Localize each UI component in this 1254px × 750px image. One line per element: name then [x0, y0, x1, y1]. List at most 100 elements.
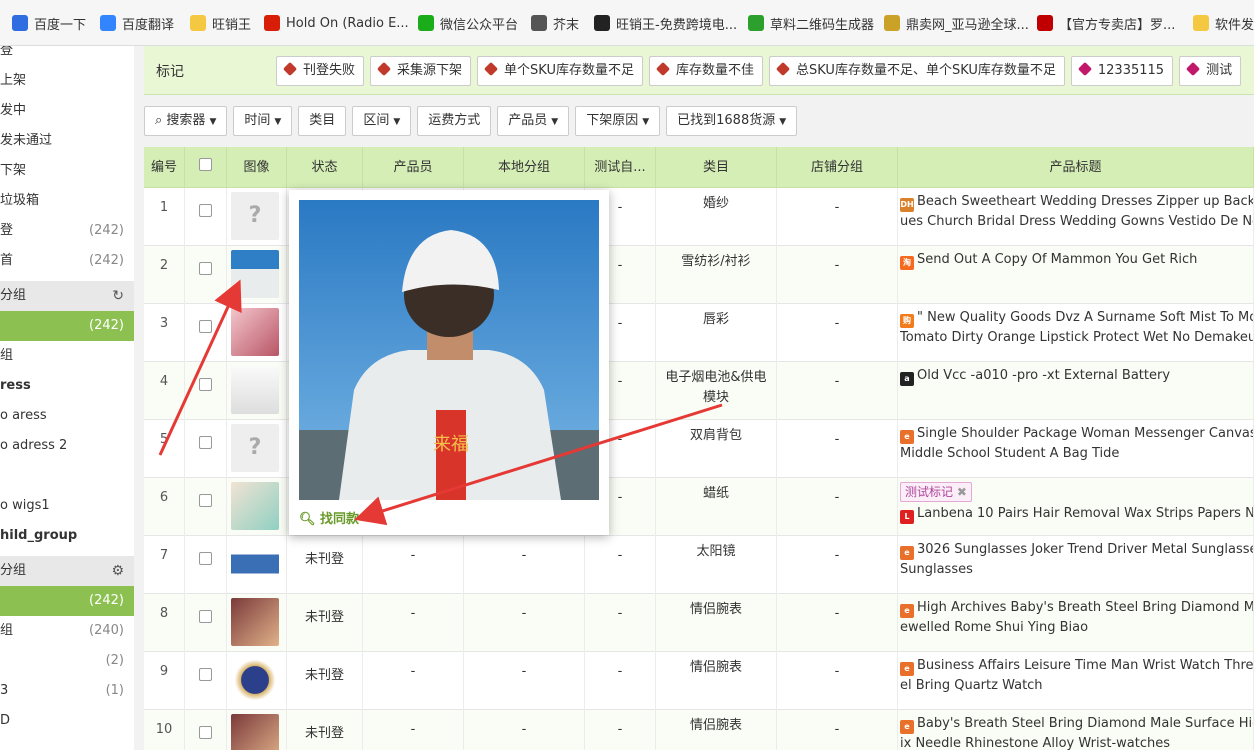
sidebar-item[interactable]: 发未通过 — [0, 126, 134, 156]
cell-group: - — [464, 652, 585, 710]
filter-button[interactable]: 时间 ▼ — [233, 106, 293, 136]
product-title-cell[interactable]: e 3026 Sunglasses Joker Trend Driver Meta… — [898, 536, 1254, 594]
product-thumbnail[interactable] — [231, 540, 279, 588]
sidebar-item[interactable]: hild_group — [0, 521, 134, 551]
row-tag[interactable]: 测试标记 ✖ — [900, 482, 972, 502]
sidebar-item[interactable]: D — [0, 706, 134, 736]
sidebar-item[interactable]: o aress — [0, 401, 134, 431]
sidebar-item[interactable]: 分组 ↻ — [0, 281, 134, 311]
filter-button[interactable]: ⌕ 搜索器 ▼ — [144, 106, 228, 136]
find-same-button[interactable]: 🔍︎ 找同款 — [299, 508, 359, 527]
tag-chip[interactable]: 单个SKU库存数量不足 — [477, 56, 643, 86]
table-row[interactable]: 7 未刊登 - - - 太阳镜 - e 3026 Sunglasses Joker Trend … — [144, 536, 1254, 594]
select-all-checkbox[interactable] — [199, 158, 212, 171]
table-row[interactable]: 8 未刊登 - - - 情侣腕表 - e High Archives Baby's Breath… — [144, 594, 1254, 652]
row-checkbox[interactable] — [199, 552, 212, 565]
sidebar-item[interactable]: 首 (242) — [0, 246, 134, 276]
product-thumbnail[interactable] — [231, 482, 279, 530]
table-row[interactable]: 10 未刊登 - - - 情侣腕表 - e Baby's Breath Steel Bring … — [144, 710, 1254, 750]
product-title-cell[interactable]: 测试标记 ✖ L Lanbena 10 Pairs Hair Removal Wax… — [898, 478, 1254, 536]
product-title-cell[interactable]: e High Archives Baby's Breath Steel Bring… — [898, 594, 1254, 652]
sidebar-item[interactable]: 登 (242) — [0, 216, 134, 246]
bookmark-item[interactable]: 【官方专卖店】罗... — [1037, 13, 1175, 33]
product-title-cell[interactable]: e Baby's Breath Steel Bring Diamond Male … — [898, 710, 1254, 750]
sidebar-item[interactable]: 组 (240) — [0, 616, 134, 646]
product-thumbnail[interactable] — [231, 366, 279, 414]
bookmark-item[interactable]: 旺销王-免费跨境电... — [594, 13, 737, 33]
product-title-cell[interactable]: e Single Shoulder Package Woman Messenger… — [898, 420, 1254, 478]
tag-chip[interactable]: 12335115 — [1070, 56, 1174, 86]
row-checkbox[interactable] — [199, 494, 212, 507]
cell-cat: 唇彩 — [656, 304, 777, 362]
sidebar-item[interactable]: o adress 2 — [0, 431, 134, 461]
sidebar-item[interactable]: 上架 — [0, 66, 134, 96]
sidebar-item[interactable]: 组 — [0, 341, 134, 371]
filter-button[interactable]: 运费方式 — [417, 106, 492, 136]
product-title-cell[interactable]: e Business Affairs Leisure Time Man Wrist… — [898, 652, 1254, 710]
sidebar-item[interactable]: 下架 — [0, 156, 134, 186]
bookmark-item[interactable]: 草料二维码生成器 — [748, 13, 874, 33]
row-checkbox[interactable] — [199, 262, 212, 275]
tag-chip[interactable]: 总SKU库存数量不足、单个SKU库存数量不足 — [769, 56, 1065, 86]
sidebar-item[interactable]: 发中 — [0, 96, 134, 126]
tag-chip[interactable]: 刊登失败 — [276, 56, 365, 86]
sidebar-item[interactable]: o wigs1 — [0, 491, 134, 521]
sidebar-item[interactable]: 垃圾箱 — [0, 186, 134, 216]
sidebar-item[interactable]: (242) — [0, 586, 134, 616]
caret-down-icon: ▼ — [393, 117, 401, 127]
filter-button[interactable]: 下架原因 ▼ — [575, 106, 661, 136]
row-checkbox[interactable] — [199, 610, 212, 623]
product-thumbnail[interactable]: ? — [231, 192, 279, 240]
tag-chip[interactable]: 测试 — [1179, 56, 1242, 86]
sidebar-item[interactable] — [0, 461, 134, 491]
bookmark-item[interactable]: 鼎卖网_亚马逊全球... — [884, 13, 1029, 33]
column-header[interactable] — [185, 147, 227, 188]
bookmark-item[interactable]: 百度一下 — [12, 13, 86, 33]
table-row[interactable]: 9 未刊登 - - - 情侣腕表 - e Business Affairs Leisure Ti… — [144, 652, 1254, 710]
product-thumbnail[interactable] — [231, 656, 279, 704]
cell-group: - — [464, 594, 585, 652]
sidebar-item[interactable]: (242) — [0, 311, 134, 341]
bookmark-item[interactable]: 软件发布 — [1193, 13, 1254, 33]
row-checkbox[interactable] — [199, 668, 212, 681]
filter-button[interactable]: 区间 ▼ — [352, 106, 412, 136]
bookmark-item[interactable]: 芥末 — [531, 13, 579, 33]
tag-chip[interactable]: 库存数量不佳 — [648, 56, 763, 86]
product-thumbnail[interactable] — [231, 714, 279, 750]
title-line-2: ues Church Bridal Dress Wedding Gowns Ve… — [900, 214, 1254, 229]
close-icon[interactable]: ✖ — [953, 485, 967, 499]
bookmark-item[interactable]: 百度翻译 — [100, 13, 174, 33]
product-thumbnail[interactable] — [231, 250, 279, 298]
row-checkbox[interactable] — [199, 378, 212, 391]
product-title-cell[interactable]: a Old Vcc -a010 -pro -xt External Battery — [898, 362, 1254, 420]
product-title-cell[interactable]: 淘 Send Out A Copy Of Mammon You Get Rich — [898, 246, 1254, 304]
product-thumbnail[interactable] — [231, 308, 279, 356]
cell-cat: 电子烟电池&供电模块 — [656, 362, 777, 420]
bookmark-item[interactable]: Hold On (Radio E... — [264, 13, 409, 33]
folder-icon — [190, 15, 206, 31]
filter-button[interactable]: 产品员 ▼ — [497, 106, 570, 136]
refresh-icon[interactable]: ↻ — [112, 281, 124, 311]
product-thumbnail[interactable] — [231, 598, 279, 646]
sidebar-item[interactable]: 登 — [0, 46, 134, 66]
cell-num: 2 — [144, 246, 185, 304]
filter-button[interactable]: 已找到1688货源 ▼ — [666, 106, 798, 136]
product-title-cell[interactable]: 购 " New Quality Goods Dvz A Surname Soft … — [898, 304, 1254, 362]
product-thumbnail[interactable]: ? — [231, 424, 279, 472]
row-checkbox[interactable] — [199, 436, 212, 449]
tag-chip[interactable]: 采集源下架 — [370, 56, 472, 86]
cell-cat: 太阳镜 — [656, 536, 777, 594]
sidebar-item[interactable]: 3 (1) — [0, 676, 134, 706]
sidebar-item[interactable]: (2) — [0, 646, 134, 676]
cell-staff: - — [363, 594, 464, 652]
sidebar-item[interactable]: 分组 ⚙ — [0, 556, 134, 586]
row-checkbox[interactable] — [199, 204, 212, 217]
filter-button[interactable]: 类目 — [298, 106, 347, 136]
row-checkbox[interactable] — [199, 320, 212, 333]
product-title-cell[interactable]: DH Beach Sweetheart Wedding Dresses Zippe… — [898, 188, 1254, 246]
row-checkbox[interactable] — [199, 726, 212, 739]
gear-icon[interactable]: ⚙ — [111, 556, 124, 586]
bookmark-item[interactable]: 旺销王 — [190, 13, 251, 33]
sidebar-item[interactable]: ress — [0, 371, 134, 401]
bookmark-item[interactable]: 微信公众平台 — [418, 13, 518, 33]
